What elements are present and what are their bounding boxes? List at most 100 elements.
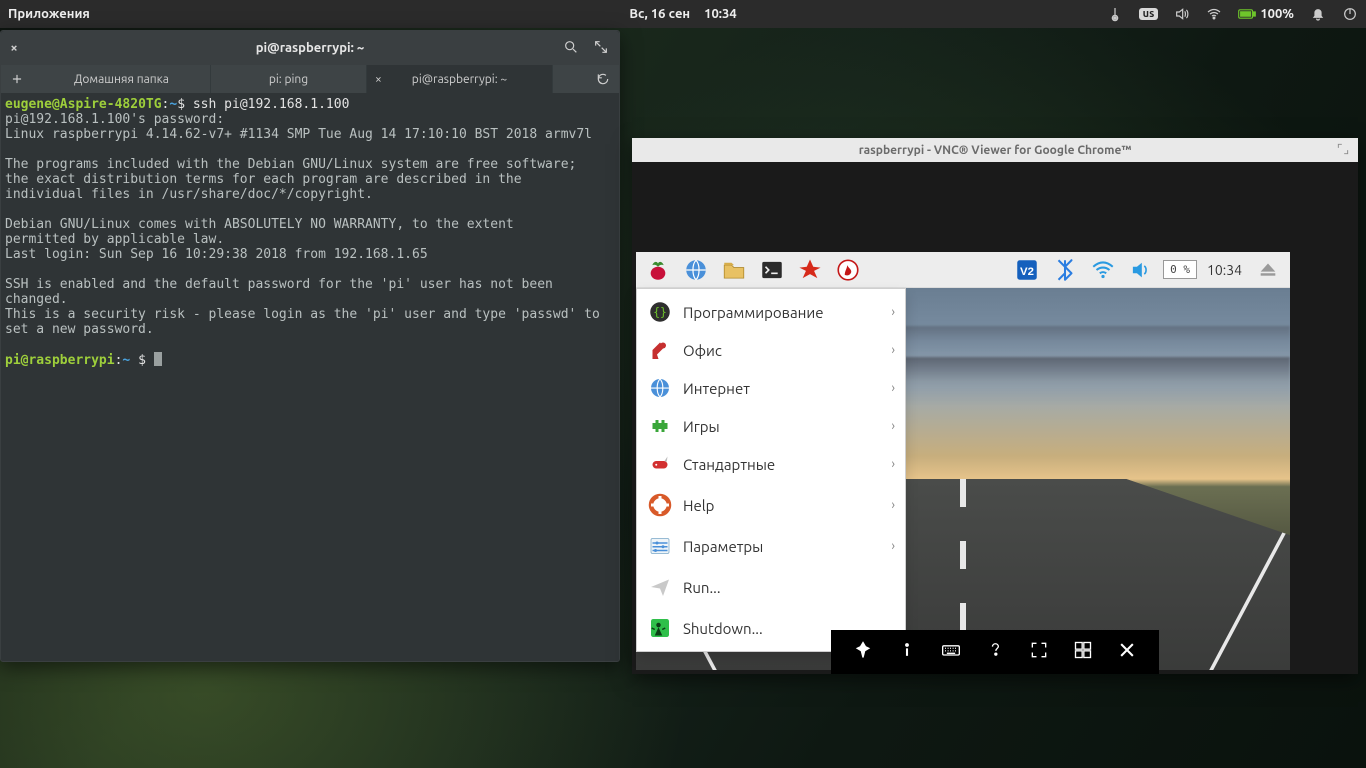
terminal-line: individual files in /usr/share/doc/*/cop… bbox=[5, 187, 373, 202]
rpi-screen: V2 0 % 10:34 {} Программирование bbox=[636, 252, 1290, 670]
paper-plane-icon bbox=[647, 574, 673, 600]
tab-home-folder[interactable]: Домашняя папка bbox=[33, 65, 211, 93]
cpu-usage-badge[interactable]: 0 % bbox=[1163, 260, 1197, 279]
volume-icon[interactable] bbox=[1174, 6, 1190, 22]
taskbar-clock[interactable]: 10:34 bbox=[1203, 262, 1246, 278]
battery-percent: 100% bbox=[1260, 7, 1294, 21]
search-icon[interactable] bbox=[563, 39, 579, 58]
tab-close-icon[interactable]: × bbox=[375, 73, 382, 86]
menu-label: Параметры bbox=[683, 538, 763, 555]
globe-icon[interactable] bbox=[680, 254, 712, 286]
vnc-viewer-window[interactable]: raspberrypi - VNC® Viewer for Google Chr… bbox=[632, 138, 1358, 674]
pin-icon[interactable] bbox=[853, 640, 873, 664]
menu-label: Shutdown... bbox=[683, 620, 763, 637]
bluetooth-icon[interactable] bbox=[1049, 254, 1081, 286]
terminal-line: The programs included with the Debian GN… bbox=[5, 157, 576, 172]
lifebuoy-icon bbox=[647, 492, 673, 518]
info-icon[interactable] bbox=[897, 640, 917, 664]
keyboard-icon[interactable] bbox=[941, 640, 961, 664]
menu-item-programming[interactable]: {} Программирование › bbox=[637, 293, 905, 331]
help-icon[interactable] bbox=[985, 640, 1005, 664]
terminal-line: pi@192.168.1.100's password: bbox=[5, 112, 224, 127]
panel-date[interactable]: Вс, 16 сен bbox=[629, 7, 690, 21]
terminal-output[interactable]: eugene@Aspire-4820TG:~$ ssh pi@192.168.1… bbox=[1, 93, 619, 661]
prompt-user: pi bbox=[5, 353, 21, 368]
menu-label: Офис bbox=[683, 342, 722, 359]
wolfram-icon[interactable] bbox=[832, 254, 864, 286]
thermometer-icon[interactable] bbox=[1107, 6, 1123, 22]
new-tab-button[interactable] bbox=[1, 65, 33, 93]
swiss-knife-icon bbox=[647, 451, 673, 477]
keyboard-layout-badge[interactable]: us bbox=[1139, 8, 1159, 20]
windows-icon[interactable] bbox=[1073, 640, 1093, 664]
chevron-right-icon: › bbox=[891, 498, 895, 512]
history-icon[interactable] bbox=[587, 65, 619, 93]
chevron-right-icon: › bbox=[891, 305, 895, 319]
terminal-window[interactable]: × pi@raspberrypi: ~ Домашняя папка pi: p… bbox=[0, 30, 620, 662]
braces-icon: {} bbox=[647, 299, 673, 325]
raspberry-menu-icon[interactable] bbox=[642, 254, 674, 286]
terminal-line: Debian GNU/Linux comes with ABSOLUTELY N… bbox=[5, 217, 514, 232]
wifi-icon[interactable] bbox=[1087, 254, 1119, 286]
prompt-host: Aspire-4820TG bbox=[60, 97, 162, 112]
rpi-application-menu: {} Программирование › Офис › Интернет › … bbox=[636, 288, 906, 652]
vnc-control-toolbar bbox=[831, 630, 1159, 674]
terminal-titlebar[interactable]: × pi@raspberrypi: ~ bbox=[1, 31, 619, 65]
close-icon[interactable]: × bbox=[1, 41, 27, 55]
terminal-line: This is a security risk - please login a… bbox=[5, 307, 608, 337]
prompt-host: raspberrypi bbox=[28, 353, 114, 368]
maximize-icon[interactable] bbox=[1336, 142, 1350, 159]
terminal-line: permitted by applicable law. bbox=[5, 232, 224, 247]
menu-item-preferences[interactable]: Параметры › bbox=[637, 527, 905, 565]
chevron-right-icon: › bbox=[891, 419, 895, 433]
battery-indicator[interactable]: 100% bbox=[1238, 7, 1294, 21]
close-icon[interactable] bbox=[1117, 640, 1137, 664]
bell-icon[interactable] bbox=[1310, 6, 1326, 22]
exit-icon bbox=[647, 615, 673, 641]
vnc-remote-display[interactable]: V2 0 % 10:34 {} Программирование bbox=[632, 162, 1358, 674]
vnc-titlebar[interactable]: raspberrypi - VNC® Viewer for Google Chr… bbox=[632, 138, 1358, 162]
vnc-server-icon[interactable]: V2 bbox=[1011, 254, 1043, 286]
chevron-right-icon: › bbox=[891, 343, 895, 357]
eject-icon[interactable] bbox=[1252, 254, 1284, 286]
menu-label: Стандартные bbox=[683, 456, 775, 473]
tab-label: pi@raspberrypi: ~ bbox=[412, 73, 507, 86]
lamp-icon bbox=[647, 337, 673, 363]
menu-label: Help bbox=[683, 497, 714, 514]
terminal-tab-bar: Домашняя папка pi: ping × pi@raspberrypi… bbox=[1, 65, 619, 93]
invader-icon bbox=[647, 413, 673, 439]
panel-time[interactable]: 10:34 bbox=[704, 7, 737, 21]
maximize-icon[interactable] bbox=[593, 39, 609, 58]
file-manager-icon[interactable] bbox=[718, 254, 750, 286]
chevron-right-icon: › bbox=[891, 457, 895, 471]
tab-pi-raspberrypi[interactable]: × pi@raspberrypi: ~ bbox=[367, 65, 553, 93]
menu-label: Программирование bbox=[683, 304, 824, 321]
power-icon[interactable] bbox=[1342, 6, 1358, 22]
menu-item-accessories[interactable]: Стандартные › bbox=[637, 445, 905, 483]
globe-icon bbox=[647, 375, 673, 401]
menu-item-run[interactable]: Run... bbox=[637, 568, 905, 606]
tab-label: Домашняя папка bbox=[74, 73, 169, 86]
menu-label: Интернет bbox=[683, 380, 750, 397]
applications-button[interactable]: Приложения bbox=[8, 7, 90, 21]
terminal-line: SSH is enabled and the default password … bbox=[5, 277, 561, 307]
sliders-icon bbox=[647, 533, 673, 559]
menu-item-games[interactable]: Игры › bbox=[637, 407, 905, 445]
fullscreen-icon[interactable] bbox=[1029, 640, 1049, 664]
volume-icon[interactable] bbox=[1125, 254, 1157, 286]
menu-item-help[interactable]: Help › bbox=[637, 486, 905, 524]
rpi-taskbar: V2 0 % 10:34 bbox=[636, 252, 1290, 288]
top-panel: Приложения Вс, 16 сен 10:34 us 100% bbox=[0, 0, 1366, 28]
wifi-icon[interactable] bbox=[1206, 6, 1222, 22]
tab-pi-ping[interactable]: pi: ping bbox=[211, 65, 367, 93]
window-title: raspberrypi - VNC® Viewer for Google Chr… bbox=[859, 144, 1132, 157]
terminal-icon[interactable] bbox=[756, 254, 788, 286]
menu-label: Run... bbox=[683, 579, 721, 596]
mathematica-icon[interactable] bbox=[794, 254, 826, 286]
command-text: ssh pi@192.168.1.100 bbox=[185, 97, 349, 112]
terminal-line: the exact distribution terms for each pr… bbox=[5, 172, 522, 187]
terminal-line: Last login: Sun Sep 16 10:29:38 2018 fro… bbox=[5, 247, 428, 262]
chevron-right-icon: › bbox=[891, 381, 895, 395]
menu-item-internet[interactable]: Интернет › bbox=[637, 369, 905, 407]
menu-item-office[interactable]: Офис › bbox=[637, 331, 905, 369]
